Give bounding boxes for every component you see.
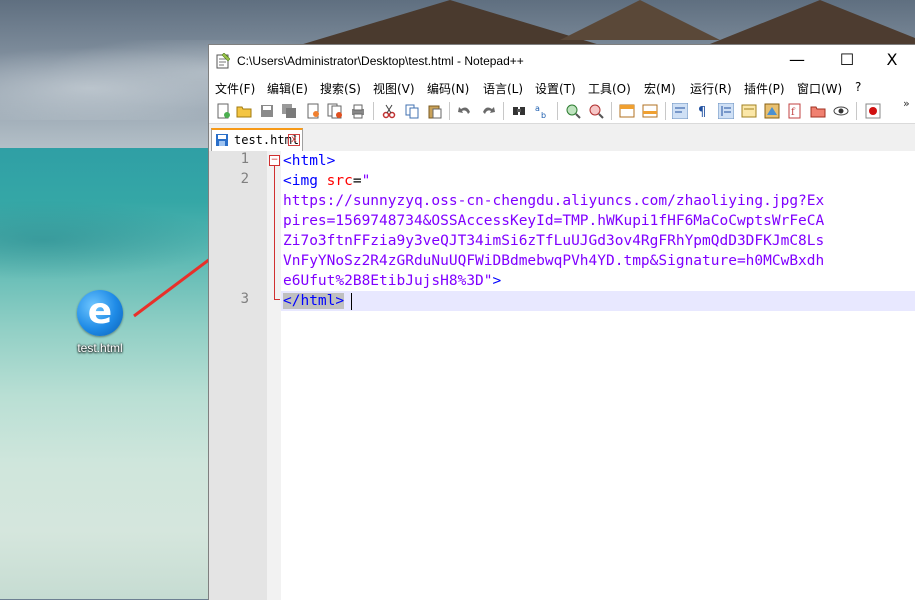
save-all-icon[interactable]: [281, 103, 297, 119]
title-bar[interactable]: C:\Users\Administrator\Desktop\test.html…: [209, 45, 915, 77]
notepad-plus-plus-window[interactable]: C:\Users\Administrator\Desktop\test.html…: [208, 44, 915, 600]
line-number: 1: [240, 151, 249, 167]
minimize-button[interactable]: —: [774, 45, 820, 77]
function-list-icon[interactable]: f: [787, 103, 803, 119]
menu-bar: 文件(F) 编辑(E) 搜索(S) 视图(V) 编码(N) 语言(L) 设置(T…: [209, 77, 915, 99]
code-wrap-line: pires=1569748734&OSSAccessKeyId=TMP.hWKu…: [283, 213, 825, 229]
code-token: src: [326, 173, 353, 189]
find-icon[interactable]: [511, 103, 527, 119]
copy-icon[interactable]: [404, 103, 420, 119]
code-line-2: <img src=": [283, 171, 370, 191]
indent-guide-icon[interactable]: [718, 103, 734, 119]
line-number-gutter: [209, 151, 267, 600]
fold-line: [274, 166, 275, 299]
toolbar: ab ¶ f »: [209, 97, 915, 124]
tab-close-icon[interactable]: x: [288, 134, 300, 146]
current-line-highlight: [281, 291, 915, 311]
code-token: e6Ufut%2B8EtibJujsH8%3D": [283, 273, 493, 289]
code-wrap-line: VnFyYNoSz2R4zGRduNuUQFWiDBdmebwqPVh4YD.t…: [283, 253, 825, 269]
zoom-in-icon[interactable]: [565, 103, 581, 119]
monitoring-icon[interactable]: [833, 103, 849, 119]
menu-encoding[interactable]: 编码(N): [427, 80, 469, 97]
close-button[interactable]: X: [869, 45, 915, 77]
user-defined-language-icon[interactable]: [741, 103, 757, 119]
menu-file[interactable]: 文件(F): [215, 80, 255, 97]
sync-vertical-icon[interactable]: [619, 103, 635, 119]
redo-icon[interactable]: [480, 103, 496, 119]
save-icon[interactable]: [259, 103, 275, 119]
code-token-selected: </html>: [283, 293, 345, 309]
line-number: 2: [240, 171, 249, 187]
code-token: <img: [283, 173, 318, 189]
code-line-3: </html>: [283, 291, 345, 311]
fold-toggle-icon[interactable]: −: [269, 155, 280, 166]
code-wrap-line: e6Ufut%2B8EtibJujsH8%3D">: [283, 271, 501, 291]
menu-help[interactable]: ?: [855, 80, 861, 94]
menu-window[interactable]: 窗口(W): [797, 80, 842, 97]
close-all-icon[interactable]: [327, 103, 343, 119]
folder-as-workspace-icon[interactable]: [810, 103, 826, 119]
close-file-icon[interactable]: [305, 103, 321, 119]
text-caret: [351, 293, 352, 310]
paste-icon[interactable]: [427, 103, 443, 119]
code-token: ": [361, 173, 371, 189]
tab-test-html[interactable]: test.html x: [211, 128, 303, 152]
show-all-characters-icon[interactable]: ¶: [695, 103, 711, 119]
tab-bar: test.html x: [209, 124, 915, 152]
cut-icon[interactable]: [381, 103, 397, 119]
maximize-button[interactable]: ☐: [824, 45, 870, 77]
sync-horizontal-icon[interactable]: [642, 103, 658, 119]
replace-icon[interactable]: ab: [534, 103, 550, 119]
window-title: C:\Users\Administrator\Desktop\test.html…: [237, 54, 524, 68]
menu-macro[interactable]: 宏(M): [644, 80, 676, 97]
menu-view[interactable]: 视图(V): [373, 80, 415, 97]
svg-text:b: b: [541, 111, 546, 119]
line-number: 3: [240, 291, 249, 307]
record-macro-icon[interactable]: [865, 103, 881, 119]
svg-text:a: a: [535, 104, 540, 113]
menu-run[interactable]: 运行(R): [690, 80, 732, 97]
menu-settings[interactable]: 设置(T): [535, 80, 576, 97]
code-line-1: <html>: [283, 151, 335, 171]
toolbar-overflow-icon[interactable]: »: [903, 97, 910, 110]
saved-file-icon: [216, 134, 228, 146]
word-wrap-icon[interactable]: [672, 103, 688, 119]
undo-icon[interactable]: [457, 103, 473, 119]
menu-search[interactable]: 搜索(S): [320, 80, 361, 97]
notepad-plus-plus-icon: [216, 53, 230, 69]
menu-tools[interactable]: 工具(O): [588, 80, 631, 97]
code-wrap-line: https://sunnyzyq.oss-cn-chengdu.aliyuncs…: [283, 193, 825, 209]
menu-plugins[interactable]: 插件(P): [744, 80, 785, 97]
menu-language[interactable]: 语言(L): [483, 80, 523, 97]
code-token: <html>: [283, 153, 336, 169]
fold-end: [274, 299, 280, 300]
code-token: >: [492, 273, 502, 289]
print-icon[interactable]: [350, 103, 366, 119]
svg-text:¶: ¶: [698, 105, 706, 119]
menu-edit[interactable]: 编辑(E): [267, 80, 308, 97]
editor-area[interactable]: 1 2 3 − <html> <img src=" https://sunnyz…: [209, 151, 915, 600]
code-wrap-line: Zi7o3ftnFFzia9y3veQJT34imSi6zTfLuUJGd3ov…: [283, 233, 825, 249]
new-file-icon[interactable]: [215, 103, 231, 119]
open-file-icon[interactable]: [236, 103, 252, 119]
code-token: =: [352, 173, 362, 189]
document-map-icon[interactable]: [764, 103, 780, 119]
zoom-out-icon[interactable]: [588, 103, 604, 119]
